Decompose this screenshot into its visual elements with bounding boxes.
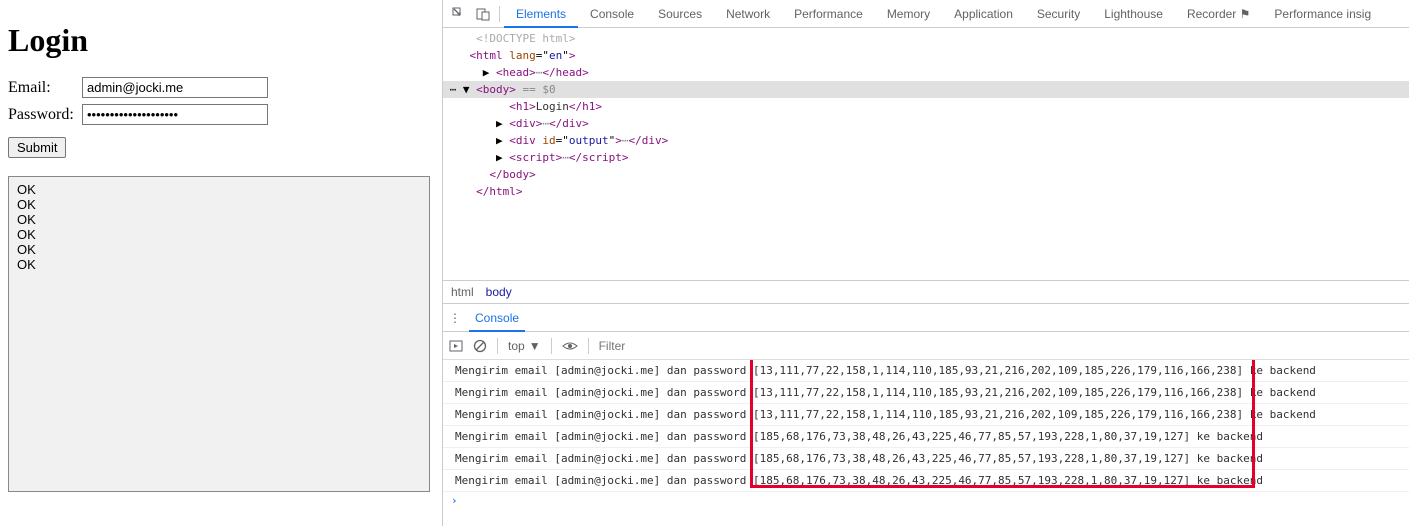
output-box: OK OK OK OK OK OK (8, 176, 430, 492)
console-message: Mengirim email [admin@jocki.me] dan pass… (443, 360, 1409, 382)
console-message: Mengirim email [admin@jocki.me] dan pass… (443, 382, 1409, 404)
divider (497, 338, 498, 354)
output-line: OK (17, 183, 421, 198)
console-message: Mengirim email [admin@jocki.me] dan pass… (443, 426, 1409, 448)
dom-head[interactable]: ▶ <head>⋯</head> (443, 64, 1409, 81)
dom-breadcrumb[interactable]: html body (443, 280, 1409, 304)
password-label: Password: (8, 106, 82, 124)
tab-performance[interactable]: Performance (782, 0, 875, 28)
divider (551, 338, 552, 354)
eye-icon[interactable] (562, 340, 578, 352)
email-label: Email: (8, 79, 82, 97)
console-drawer-tab[interactable]: Console (469, 304, 525, 332)
breadcrumb-html[interactable]: html (451, 285, 474, 299)
dom-h1[interactable]: <h1>Login</h1> (443, 98, 1409, 115)
inspect-icon[interactable] (447, 2, 471, 26)
devtools-panel: Elements Console Sources Network Perform… (442, 0, 1409, 526)
tab-sources[interactable]: Sources (646, 0, 714, 28)
console-body[interactable]: Mengirim email [admin@jocki.me] dan pass… (443, 360, 1409, 526)
submit-button[interactable]: Submit (8, 137, 66, 158)
dom-div1[interactable]: ▶ <div>⋯</div> (443, 115, 1409, 132)
dom-script[interactable]: ▶ <script>⋯</script> (443, 149, 1409, 166)
tab-perf-insights[interactable]: Performance insig (1262, 0, 1383, 28)
dom-html-close[interactable]: </html> (443, 183, 1409, 200)
console-drawer-header: ⋮ Console (443, 304, 1409, 332)
tab-network[interactable]: Network (714, 0, 782, 28)
output-line: OK (17, 243, 421, 258)
devtools-tabbar: Elements Console Sources Network Perform… (443, 0, 1409, 28)
output-line: OK (17, 258, 421, 273)
tab-elements[interactable]: Elements (504, 0, 578, 28)
tab-recorder[interactable]: Recorder ⚑ (1175, 0, 1262, 28)
console-message: Mengirim email [admin@jocki.me] dan pass… (443, 404, 1409, 426)
console-message: Mengirim email [admin@jocki.me] dan pass… (443, 470, 1409, 492)
tab-console[interactable]: Console (578, 0, 646, 28)
divider (588, 338, 589, 354)
console-filter-input[interactable] (599, 339, 719, 353)
chevron-down-icon: ▼ (529, 339, 541, 353)
breadcrumb-body[interactable]: body (486, 285, 512, 299)
email-input[interactable] (82, 77, 268, 98)
dom-tree[interactable]: <!DOCTYPE html> <html lang="en"> ▶ <head… (443, 28, 1409, 280)
dom-body-open[interactable]: ⋯ ▼ <body> == $0 (443, 81, 1409, 98)
output-line: OK (17, 198, 421, 213)
clear-console-icon[interactable] (473, 339, 487, 353)
execute-icon[interactable] (449, 339, 463, 353)
tab-lighthouse[interactable]: Lighthouse (1092, 0, 1175, 28)
console-prompt[interactable]: › (443, 492, 1409, 509)
password-input[interactable] (82, 104, 268, 125)
context-selector[interactable]: top ▼ (508, 339, 541, 353)
tab-application[interactable]: Application (942, 0, 1025, 28)
tab-memory[interactable]: Memory (875, 0, 942, 28)
device-toggle-icon[interactable] (471, 2, 495, 26)
page-title: Login (8, 22, 434, 59)
dom-doctype[interactable]: <!DOCTYPE html> (443, 30, 1409, 47)
login-form: Email: Password: Submit (8, 77, 434, 158)
output-line: OK (17, 213, 421, 228)
console-message: Mengirim email [admin@jocki.me] dan pass… (443, 448, 1409, 470)
password-row: Password: (8, 104, 434, 125)
tab-security[interactable]: Security (1025, 0, 1092, 28)
email-row: Email: (8, 77, 434, 98)
dom-body-close[interactable]: </body> (443, 166, 1409, 183)
output-line: OK (17, 228, 421, 243)
kebab-icon[interactable]: ⋮ (449, 311, 461, 325)
console-toolbar: top ▼ (443, 332, 1409, 360)
dom-html-open[interactable]: <html lang="en"> (443, 47, 1409, 64)
login-page: Login Email: Password: Submit OK OK OK O… (0, 0, 442, 526)
divider (499, 6, 500, 22)
dom-div-output[interactable]: ▶ <div id="output">⋯</div> (443, 132, 1409, 149)
